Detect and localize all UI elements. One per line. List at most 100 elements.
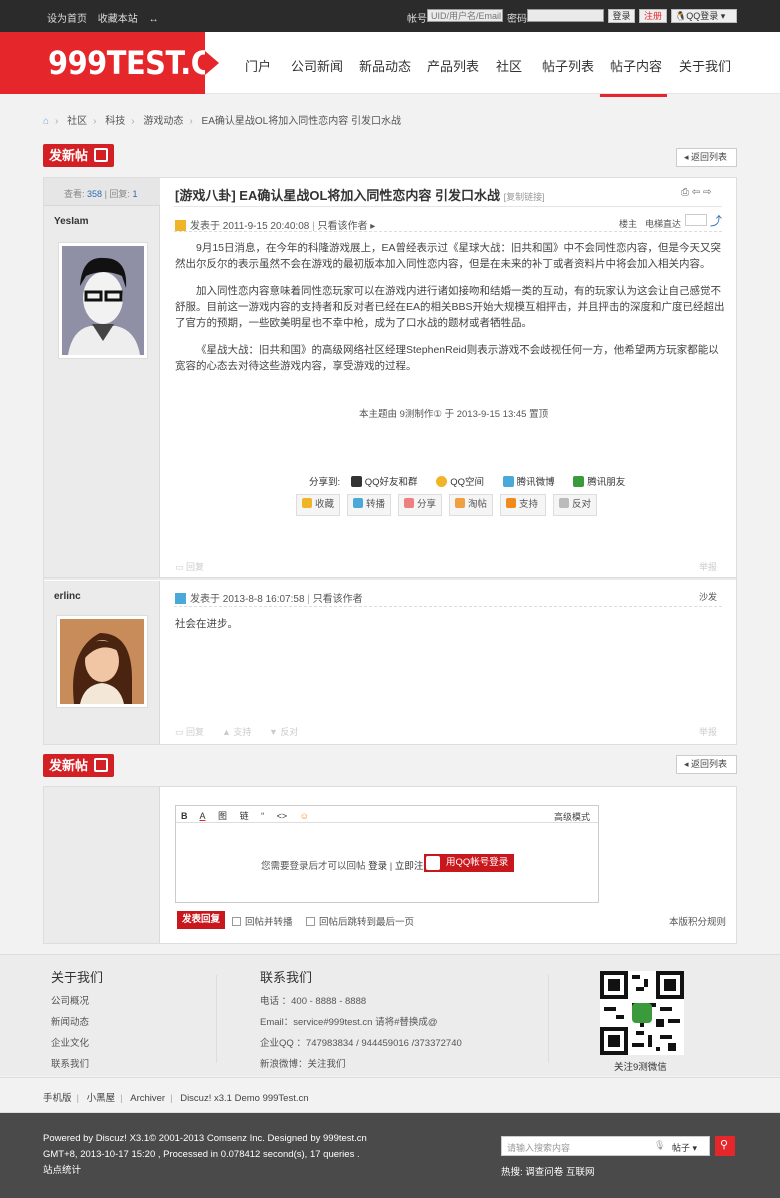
sticky-note: 本主题由 9测制作① 于 2013-9-15 13:45 置顶 — [359, 409, 549, 420]
avatar[interactable] — [58, 242, 148, 359]
blacklist-link[interactable]: 小黑屋 — [87, 1093, 116, 1104]
favorite-button[interactable]: 收藏 — [296, 494, 340, 516]
qq-login-button[interactable]: 🐧QQ登录 ▾ — [671, 9, 737, 23]
breadcrumb-community[interactable]: 社区 — [67, 116, 87, 127]
demo-link[interactable]: Discuz! x3.1 Demo 999Test.cn — [180, 1093, 308, 1104]
post-body: 9月15日消息，在今年的科隆游戏展上，EA曾经表示过《星球大战：旧共和国》中不会… — [175, 242, 725, 372]
search-type-select[interactable]: 帖子 ▾ — [672, 1141, 697, 1154]
nav-portal[interactable]: 门户 — [245, 56, 271, 75]
avatar[interactable] — [56, 615, 148, 708]
reply-forward-checkbox[interactable]: 回帖并转播 — [232, 914, 293, 928]
new-post-button[interactable]: 发新帖 — [43, 754, 114, 777]
wechat-qr-code — [600, 971, 684, 1055]
thumb-down-icon — [559, 498, 569, 508]
qq-account-login-button[interactable]: 用QQ帐号登录 — [424, 854, 514, 872]
set-home-link[interactable]: 设为首页 — [47, 14, 87, 25]
post-container: 查看: 358 | 回复: 1 [游戏八卦] EA确认星战OL将加入同性恋内容 … — [43, 177, 737, 745]
reply-login-link[interactable]: 登录 — [368, 861, 387, 872]
copy-link[interactable]: [复制链接] — [504, 192, 545, 202]
search-input[interactable]: 请输入搜索内容 🎙 帖子 ▾ — [501, 1136, 710, 1156]
link-icon[interactable]: 链 — [240, 811, 249, 821]
about-link[interactable]: 公司概况 — [51, 993, 89, 1007]
nav-thread-content[interactable]: 帖子内容 — [600, 56, 667, 97]
breadcrumb-game-news[interactable]: 游戏动态 — [143, 116, 183, 127]
only-author-link[interactable]: 只看该作者 — [313, 594, 363, 605]
hot-search-link[interactable]: 调查问卷 — [525, 1167, 563, 1178]
footer: 关于我们 公司概况 新闻动态 企业文化 联系我们 联系我们 电话 ：400 - … — [0, 954, 780, 1076]
site-stats-link[interactable]: 站点统计 — [43, 1163, 81, 1178]
contact-email: Email：service#999test.cn 请将#替换成@ — [260, 1017, 438, 1028]
heart-icon — [404, 498, 414, 508]
prev-icon[interactable]: ⇦ — [692, 187, 700, 198]
login-button[interactable]: 登录 — [608, 9, 635, 23]
post-divider — [44, 577, 736, 580]
switch-icon[interactable]: ↔ — [149, 14, 159, 25]
post-author[interactable]: YesIam — [54, 216, 88, 227]
oppose-button[interactable]: 反对 — [553, 494, 597, 516]
reply-count: 1 — [132, 189, 138, 199]
jump-last-page-checkbox[interactable]: 回帖后跳转到最后一页 — [306, 914, 414, 928]
nav-company-news[interactable]: 公司新闻 — [291, 56, 343, 75]
register-button[interactable]: 注册 — [639, 9, 667, 23]
nav-community[interactable]: 社区 — [496, 56, 522, 75]
bookmark-link[interactable]: 收藏本站 — [98, 14, 138, 25]
nav-thread-list[interactable]: 帖子列表 — [542, 56, 594, 75]
nav-new-products[interactable]: 新品动态 — [359, 56, 411, 75]
microphone-icon[interactable]: 🎙 — [654, 1140, 665, 1151]
contact-weibo[interactable]: 新浪微博：关注我们 — [260, 1056, 346, 1070]
post-author[interactable]: erlinc — [54, 591, 81, 602]
reply-link[interactable]: ▭ 回复 — [175, 560, 204, 573]
reply-link[interactable]: ▭ 回复 — [175, 725, 204, 738]
floor-jump-input[interactable] — [685, 214, 707, 226]
code-icon[interactable]: <> — [277, 811, 288, 821]
next-icon[interactable]: ⇨ — [703, 187, 711, 198]
bold-icon[interactable]: B — [181, 811, 188, 821]
share-tencent-weibo[interactable]: 腾讯微博 — [502, 476, 563, 488]
qzone-icon — [436, 476, 448, 487]
support-button[interactable]: 支持 — [500, 494, 546, 516]
advanced-mode-link[interactable]: 高级模式 — [554, 810, 590, 823]
home-icon[interactable]: ⌂ — [43, 116, 49, 127]
forward-button[interactable]: 转播 — [347, 494, 391, 516]
smiley-icon[interactable]: ☺ — [300, 811, 309, 821]
reply-box: B A 图 链 “ <> ☺ 高级模式 您需要登录后才可以回帖 登录 | 立即注… — [43, 786, 737, 944]
hot-search-link[interactable]: 互联网 — [566, 1167, 595, 1178]
share-button[interactable]: 分享 — [398, 494, 442, 516]
nav-about-us[interactable]: 关于我们 — [679, 56, 731, 75]
image-icon[interactable]: 图 — [218, 811, 227, 821]
search-button[interactable]: ⚲ — [715, 1136, 735, 1156]
credit-rules-link[interactable]: 本版积分规则 — [669, 914, 726, 928]
account-input[interactable] — [427, 9, 503, 22]
login-prompt: 您需要登录后才可以回帖 登录 | 立即注册 — [261, 861, 433, 872]
oppose-link[interactable]: ▼ 反对 — [269, 725, 298, 738]
password-input[interactable] — [527, 9, 604, 22]
submit-reply-button[interactable]: 发表回复 — [177, 911, 225, 929]
go-icon[interactable]: ⤴ — [710, 212, 722, 229]
about-link[interactable]: 新闻动态 — [51, 1014, 89, 1028]
logo[interactable]: 999TEST.CN — [0, 32, 236, 94]
support-link[interactable]: ▲ 支持 — [222, 725, 251, 738]
reply-editor[interactable]: B A 图 链 “ <> ☺ 高级模式 您需要登录后才可以回帖 登录 | 立即注… — [175, 805, 599, 903]
archiver-link[interactable]: Archiver — [130, 1093, 165, 1104]
quote-icon[interactable]: “ — [261, 811, 264, 821]
about-link[interactable]: 联系我们 — [51, 1056, 89, 1070]
share-qzone[interactable]: QQ空间 — [436, 476, 492, 488]
collect-button[interactable]: 淘帖 — [449, 494, 493, 516]
report-link[interactable]: 举报 — [699, 560, 717, 573]
share-tencent-friends[interactable]: 腾讯朋友 — [573, 476, 633, 488]
back-to-list-button[interactable]: ◂ 返回列表 — [676, 148, 737, 167]
star-icon — [302, 498, 312, 508]
print-icon[interactable]: ⎙ — [681, 187, 689, 198]
about-title: 关于我们 — [51, 970, 104, 985]
user-icon — [175, 593, 186, 604]
about-link[interactable]: 企业文化 — [51, 1035, 89, 1049]
font-color-icon[interactable]: A — [200, 811, 206, 821]
user-icon — [175, 220, 186, 231]
new-post-button[interactable]: 发新帖 — [43, 144, 114, 167]
breadcrumb-tech[interactable]: 科技 — [105, 116, 125, 127]
report-link[interactable]: 举报 — [699, 725, 717, 738]
back-to-list-button[interactable]: ◂ 返回列表 — [676, 755, 737, 774]
nav-product-list[interactable]: 产品列表 — [427, 56, 479, 75]
share-qq-friends[interactable]: QQ好友和群 — [350, 476, 426, 488]
mobile-link[interactable]: 手机版 — [43, 1093, 72, 1104]
